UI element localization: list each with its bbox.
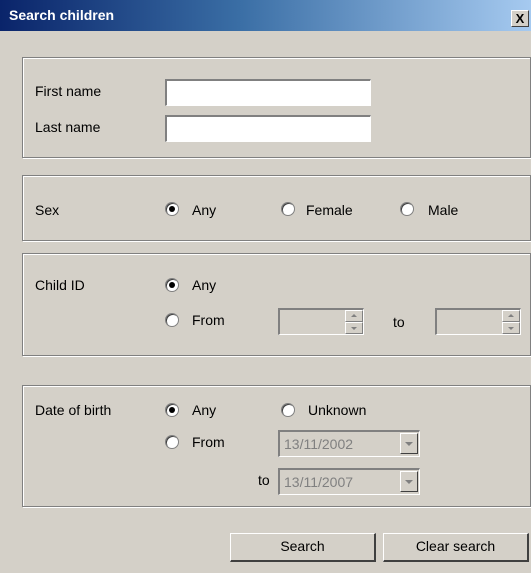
- child-id-to-spin-buttons: [502, 310, 520, 334]
- first-name-input[interactable]: [165, 79, 371, 106]
- chevron-down-icon[interactable]: [400, 471, 418, 492]
- child-id-from-radio[interactable]: [165, 313, 179, 327]
- spin-up-icon[interactable]: [502, 310, 520, 322]
- child-id-to-spinner[interactable]: [435, 308, 521, 335]
- sex-any-label: Any: [192, 202, 217, 218]
- name-group: [22, 57, 531, 158]
- sex-label: Sex: [35, 202, 60, 218]
- child-id-from-spin-buttons: [345, 310, 363, 334]
- dob-from-label: From: [192, 434, 225, 450]
- close-icon: X: [515, 11, 525, 26]
- child-id-from-spinner[interactable]: [278, 308, 364, 335]
- dob-unknown-label: Unknown: [308, 402, 367, 418]
- spin-down-icon[interactable]: [345, 322, 363, 334]
- child-id-label: Child ID: [35, 277, 85, 293]
- spin-up-icon[interactable]: [345, 310, 363, 322]
- dob-any-label: Any: [192, 402, 217, 418]
- first-name-label: First name: [35, 83, 102, 99]
- spin-down-icon[interactable]: [502, 322, 520, 334]
- sex-male-radio[interactable]: [400, 202, 414, 216]
- dob-from-date-value: 13/11/2002: [284, 436, 354, 452]
- last-name-label: Last name: [35, 119, 101, 135]
- window-title: Search children: [9, 7, 115, 23]
- child-id-group: [22, 253, 531, 356]
- sex-male-label: Male: [428, 202, 459, 218]
- dob-to-date-combo[interactable]: 13/11/2007: [278, 468, 420, 495]
- dob-to-date-value: 13/11/2007: [284, 474, 354, 490]
- dob-to-label: to: [258, 472, 270, 488]
- dob-from-date-combo[interactable]: 13/11/2002: [278, 430, 420, 457]
- title-bar: Search children X: [0, 0, 531, 31]
- child-id-from-label: From: [192, 312, 225, 328]
- dob-label: Date of birth: [35, 402, 112, 418]
- child-id-to-label: to: [393, 314, 405, 330]
- child-id-any-label: Any: [192, 277, 217, 293]
- sex-female-radio[interactable]: [281, 202, 295, 216]
- sex-any-radio[interactable]: [165, 202, 179, 216]
- child-id-any-radio[interactable]: [165, 278, 179, 292]
- chevron-down-icon[interactable]: [400, 433, 418, 454]
- dob-from-radio[interactable]: [165, 435, 179, 449]
- sex-female-label: Female: [306, 202, 353, 218]
- clear-search-button[interactable]: Clear search: [383, 533, 529, 562]
- last-name-input[interactable]: [165, 115, 371, 142]
- search-button[interactable]: Search: [230, 533, 376, 562]
- close-button[interactable]: X: [511, 10, 529, 27]
- dob-unknown-radio[interactable]: [281, 403, 295, 417]
- dob-any-radio[interactable]: [165, 403, 179, 417]
